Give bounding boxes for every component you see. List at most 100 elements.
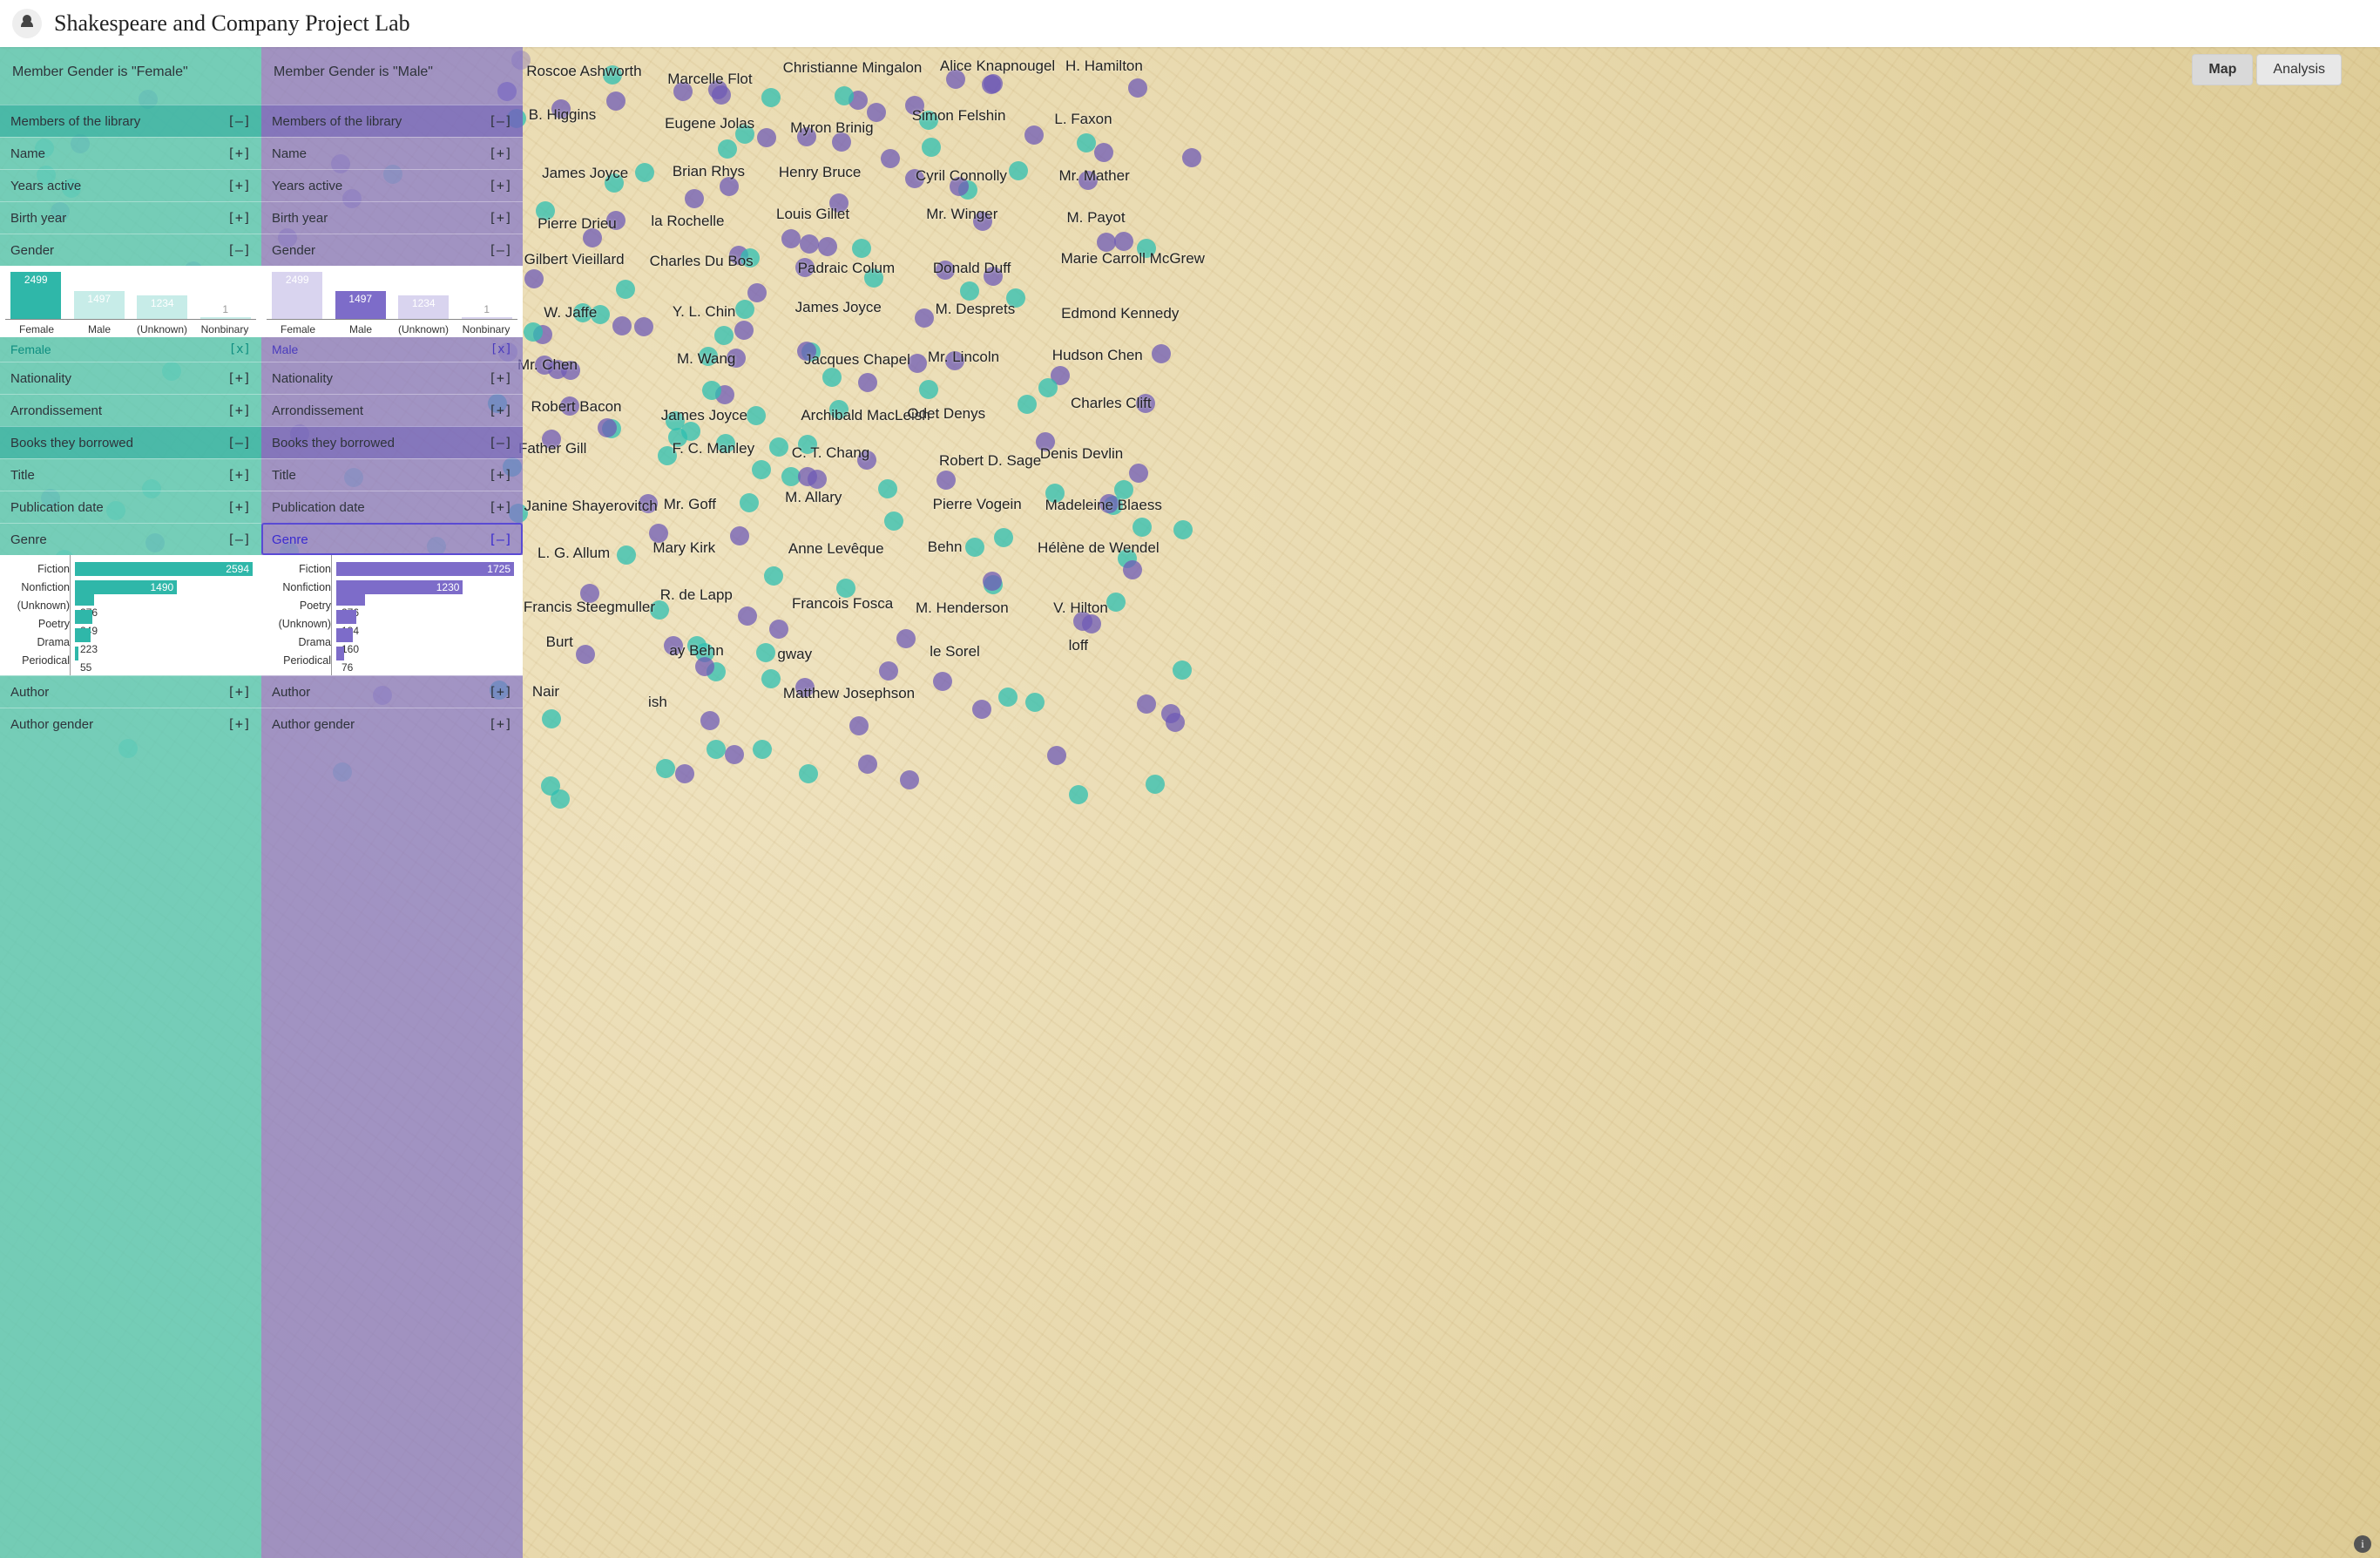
map-dot[interactable] xyxy=(1009,161,1028,180)
section-books[interactable]: Books they borrowed[–] xyxy=(0,426,261,458)
map-dot[interactable] xyxy=(878,479,897,498)
map-dot[interactable] xyxy=(1128,78,1147,98)
map-dot[interactable] xyxy=(639,494,658,513)
map-dot[interactable] xyxy=(716,434,735,453)
map-dot[interactable] xyxy=(798,467,817,486)
map-dot[interactable] xyxy=(707,740,726,759)
map-dot[interactable] xyxy=(1025,693,1045,712)
facet-arrondissement[interactable]: Arrondissement[+] xyxy=(261,394,523,426)
info-icon[interactable]: i xyxy=(2354,1535,2371,1553)
facet-title[interactable]: Title[+] xyxy=(0,458,261,491)
map-dot[interactable] xyxy=(1006,288,1025,308)
facet-name[interactable]: Name[+] xyxy=(0,137,261,169)
map-dot[interactable] xyxy=(858,373,877,392)
map-dot[interactable] xyxy=(725,745,744,764)
map-dot[interactable] xyxy=(1069,785,1088,804)
gender-chart[interactable]: 2499149712341FemaleMale(Unknown)Nonbinar… xyxy=(261,266,523,337)
map-dot[interactable] xyxy=(857,450,876,470)
map-dot[interactable] xyxy=(735,125,754,144)
map-dot[interactable] xyxy=(542,709,561,728)
facet-author-gender[interactable]: Author gender[+] xyxy=(0,708,261,740)
map-dot[interactable] xyxy=(864,268,883,288)
map-dot[interactable] xyxy=(681,422,700,441)
facet-birth-year[interactable]: Birth year[+] xyxy=(0,201,261,234)
facet-years-active[interactable]: Years active[+] xyxy=(0,169,261,201)
map-dot[interactable] xyxy=(1073,612,1092,631)
facet-birth-year[interactable]: Birth year[+] xyxy=(261,201,523,234)
map-dot[interactable] xyxy=(702,381,721,400)
map-dot[interactable] xyxy=(1129,464,1148,483)
view-analysis-button[interactable]: Analysis xyxy=(2256,54,2342,85)
map-dot[interactable] xyxy=(761,669,781,688)
map-dot[interactable] xyxy=(752,460,771,479)
map-dot[interactable] xyxy=(761,88,781,107)
map-dot[interactable] xyxy=(933,672,952,691)
section-members[interactable]: Members of the library[–] xyxy=(0,105,261,137)
map-dot[interactable] xyxy=(829,193,849,213)
map-dot[interactable] xyxy=(799,764,818,783)
map-dot[interactable] xyxy=(1136,394,1155,413)
facet-author-gender[interactable]: Author gender[+] xyxy=(261,708,523,740)
clear-filter-icon[interactable]: [x] xyxy=(490,342,512,356)
map-dot[interactable] xyxy=(919,111,938,130)
map-dot[interactable] xyxy=(606,211,625,230)
gender-chart[interactable]: 2499149712341FemaleMale(Unknown)Nonbinar… xyxy=(0,266,261,337)
map-dot[interactable] xyxy=(551,99,571,119)
genre-chart[interactable]: Fiction2594Nonfiction1490(Unknown)276Poe… xyxy=(0,555,261,675)
map-dot[interactable] xyxy=(881,149,900,168)
map-dot[interactable] xyxy=(764,566,783,586)
map-dot[interactable] xyxy=(730,526,749,545)
map-dot[interactable] xyxy=(718,139,737,159)
map-dot[interactable] xyxy=(945,351,964,370)
map-dot[interactable] xyxy=(936,471,956,490)
facet-name[interactable]: Name[+] xyxy=(261,137,523,169)
facet-gender[interactable]: Gender[–] xyxy=(0,234,261,266)
map-dot[interactable] xyxy=(747,406,766,425)
map-dot[interactable] xyxy=(598,418,617,437)
map-dot[interactable] xyxy=(573,303,592,322)
map-dot[interactable] xyxy=(605,173,624,193)
map-dot[interactable] xyxy=(1114,232,1133,251)
map-dot[interactable] xyxy=(1173,520,1193,539)
map-dot[interactable] xyxy=(908,354,927,373)
map-dot[interactable] xyxy=(972,700,991,719)
genre-chart[interactable]: Fiction1725Nonfiction1230Poetry276(Unkno… xyxy=(261,555,523,675)
map-dot[interactable] xyxy=(1106,593,1126,612)
map-dot[interactable] xyxy=(965,538,984,557)
map-dot[interactable] xyxy=(896,629,916,648)
section-books[interactable]: Books they borrowed[–] xyxy=(261,426,523,458)
map-dot[interactable] xyxy=(998,688,1018,707)
map-dot[interactable] xyxy=(867,103,886,122)
map-dot[interactable] xyxy=(700,711,720,730)
map-dot[interactable] xyxy=(905,96,924,115)
map-dot[interactable] xyxy=(635,163,654,182)
facet-genre[interactable]: Genre[–] xyxy=(261,523,523,555)
map-dot[interactable] xyxy=(884,511,903,531)
map-dot[interactable] xyxy=(982,75,1001,94)
map-dot[interactable] xyxy=(541,776,560,796)
facet-publication-date[interactable]: Publication date[+] xyxy=(0,491,261,523)
facet-years-active[interactable]: Years active[+] xyxy=(261,169,523,201)
facet-title[interactable]: Title[+] xyxy=(261,458,523,491)
map-dot[interactable] xyxy=(603,65,622,85)
map-dot[interactable] xyxy=(720,177,739,196)
map-dot[interactable] xyxy=(576,645,595,664)
map-dot[interactable] xyxy=(606,91,625,111)
map-dot[interactable] xyxy=(1146,775,1165,794)
map-dot[interactable] xyxy=(734,321,754,340)
clear-filter-icon[interactable]: [x] xyxy=(229,342,251,356)
map-dot[interactable] xyxy=(747,283,767,302)
facet-arrondissement[interactable]: Arrondissement[+] xyxy=(0,394,261,426)
map-dot[interactable] xyxy=(695,657,714,676)
active-filter-chip[interactable]: Female[x] xyxy=(0,337,261,362)
map-dot[interactable] xyxy=(542,430,561,449)
map-dot[interactable] xyxy=(818,237,837,256)
map-dot[interactable] xyxy=(1024,125,1044,145)
map-dot[interactable] xyxy=(936,261,955,280)
view-map-button[interactable]: Map xyxy=(2192,54,2253,85)
facet-gender[interactable]: Gender[–] xyxy=(261,234,523,266)
map-dot[interactable] xyxy=(735,300,754,319)
map-dot[interactable] xyxy=(685,189,704,208)
map-dot[interactable] xyxy=(835,86,854,105)
map-dot[interactable] xyxy=(738,606,757,626)
